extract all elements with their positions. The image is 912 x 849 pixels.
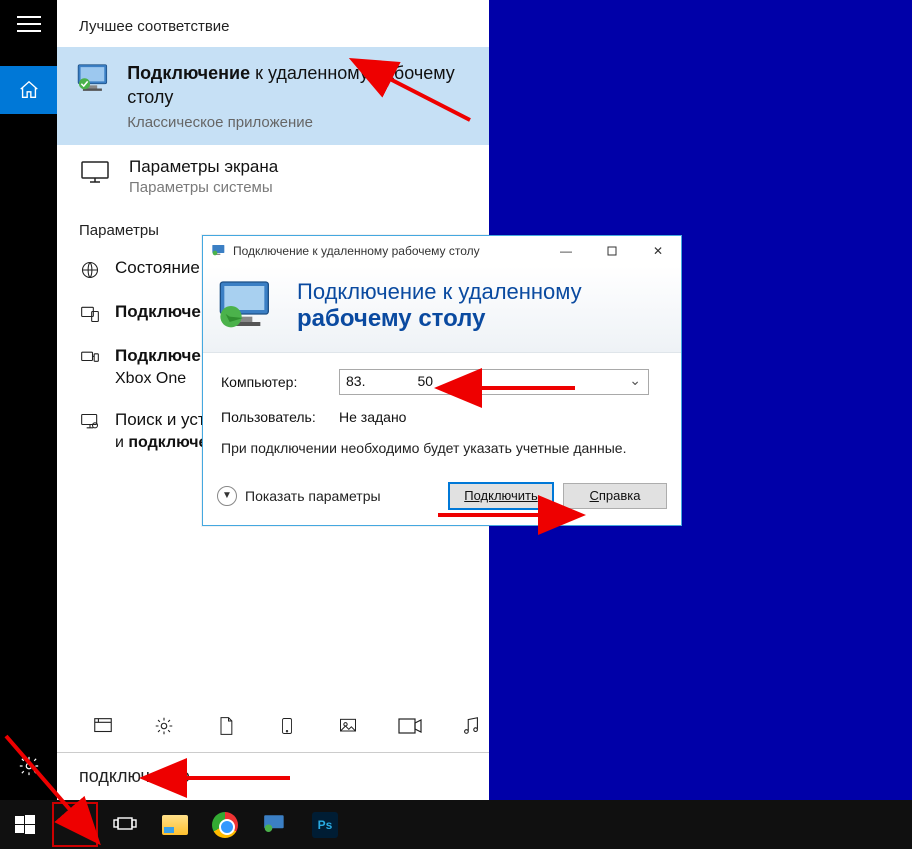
monitor-icon — [75, 157, 115, 189]
cat-settings-icon[interactable] — [146, 708, 181, 744]
dialog-title: Подключение к удаленному рабочему столу — [233, 244, 480, 258]
dialog-footer: ▼ Показать параметры Подключить Справка — [203, 473, 681, 525]
cat-phone-icon[interactable] — [269, 708, 304, 744]
best-match-title: Подключение к удаленному рабочему столу — [127, 61, 489, 110]
folder-icon — [160, 810, 190, 840]
maximize-button[interactable] — [589, 236, 635, 266]
help-button[interactable]: Справка — [563, 483, 667, 509]
computer-combobox[interactable] — [339, 369, 649, 395]
rdp-dialog: Подключение к удаленному рабочему столу … — [202, 235, 682, 526]
cat-music-icon[interactable] — [454, 708, 489, 744]
show-options-label: Показать параметры — [245, 488, 381, 504]
dialog-titlebar[interactable]: Подключение к удаленному рабочему столу … — [203, 236, 681, 266]
user-value: Не задано — [339, 409, 406, 425]
globe-icon — [79, 259, 101, 281]
best-match-subtitle: Классическое приложение — [127, 114, 489, 131]
taskbar-chrome[interactable] — [200, 800, 250, 849]
computer-label: Компьютер: — [221, 374, 321, 390]
result-display-settings[interactable]: Параметры экрана Параметры системы — [57, 145, 489, 208]
home-button[interactable] — [0, 66, 57, 114]
rdp-icon — [260, 810, 290, 840]
search-category-row — [57, 699, 489, 752]
photoshop-icon: Ps — [310, 810, 340, 840]
dialog-header-line2: рабочему столу — [297, 305, 582, 333]
home-icon — [18, 79, 40, 101]
search-icon — [64, 814, 86, 836]
connect-button[interactable]: Подключить — [449, 483, 553, 509]
search-input[interactable] — [79, 766, 489, 787]
cat-apps-icon[interactable] — [85, 708, 120, 744]
gear-icon — [18, 755, 40, 777]
taskbar: Ps — [0, 800, 912, 849]
dialog-body: Компьютер: 83.50 Пользователь: Не задано… — [203, 353, 681, 473]
dialog-header: Подключение к удаленному рабочему столу — [203, 266, 681, 353]
task-view-button[interactable] — [100, 800, 150, 849]
rdp-titlebar-icon — [211, 244, 227, 258]
taskbar-rdp[interactable] — [250, 800, 300, 849]
close-button[interactable]: ✕ — [635, 236, 681, 266]
user-label: Пользователь: — [221, 409, 321, 425]
rail-settings-button[interactable] — [0, 742, 57, 790]
taskbar-search-button[interactable] — [50, 800, 100, 849]
start-button[interactable] — [0, 800, 50, 849]
rdp-large-icon — [215, 278, 279, 334]
devices-icon — [79, 303, 101, 325]
taskbar-photoshop[interactable]: Ps — [300, 800, 350, 849]
taskbar-explorer[interactable] — [150, 800, 200, 849]
dialog-header-line1: Подключение к удаленному — [297, 279, 582, 305]
result-subtitle: Параметры системы — [129, 179, 278, 196]
cat-image-icon[interactable] — [331, 708, 366, 744]
best-match-header: Лучшее соответствие — [57, 0, 489, 47]
start-rail — [0, 0, 57, 800]
taskview-icon — [113, 815, 137, 835]
rdp-app-icon — [75, 61, 113, 97]
windows-icon — [15, 815, 35, 835]
result-title: Параметры экрана — [129, 157, 278, 177]
search-input-row[interactable] — [57, 752, 489, 800]
hamburger-icon — [17, 16, 41, 32]
stream-icon — [79, 347, 101, 369]
chrome-icon — [210, 810, 240, 840]
cat-video-icon[interactable] — [392, 708, 427, 744]
minimize-button[interactable]: — — [543, 236, 589, 266]
cat-document-icon[interactable] — [208, 708, 243, 744]
monitor-tool-icon — [79, 411, 101, 433]
credentials-note: При подключении необходимо будет указать… — [221, 439, 663, 459]
show-options-toggle[interactable]: ▼ Показать параметры — [217, 486, 381, 506]
best-match-result[interactable]: Подключение к удаленному рабочему столу … — [57, 47, 489, 145]
hamburger-button[interactable] — [0, 0, 57, 48]
chevron-down-icon: ▼ — [217, 486, 237, 506]
